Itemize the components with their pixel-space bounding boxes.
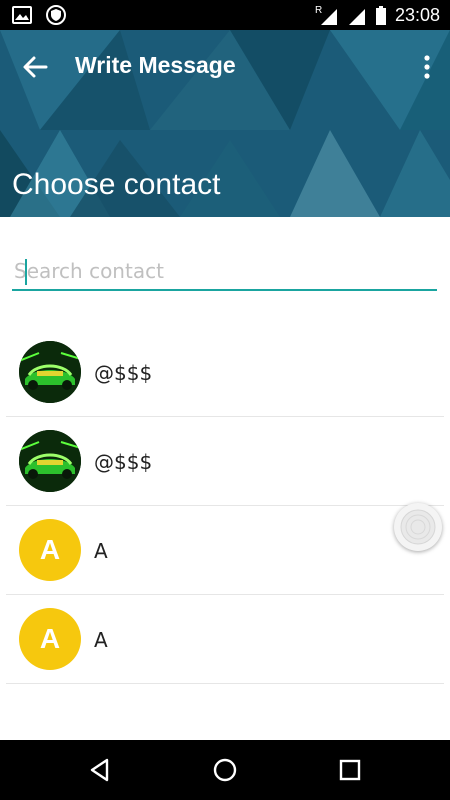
contact-name: A [94, 628, 108, 652]
toolbar: Write Message [0, 30, 450, 102]
vpn-shield-icon [46, 5, 66, 25]
car-photo-icon [19, 430, 81, 492]
navigation-bar [0, 740, 450, 800]
contact-item[interactable]: A A [6, 595, 444, 684]
contact-avatar-letter: A [19, 608, 81, 670]
battery-icon [375, 6, 386, 25]
contact-avatar [19, 430, 81, 492]
car-photo-icon [19, 341, 81, 403]
status-bar: R 23:08 [0, 0, 450, 30]
text-caret [25, 259, 27, 285]
contact-avatar-letter: A [19, 519, 81, 581]
search-contact-input[interactable] [12, 253, 437, 291]
contact-item[interactable]: @$$$ [6, 417, 444, 506]
contact-name: @$$$ [94, 450, 153, 474]
svg-text:R: R [315, 5, 322, 16]
search-field[interactable] [12, 253, 437, 293]
contact-name: A [94, 539, 108, 563]
contact-item[interactable]: A A [6, 506, 444, 595]
toolbar-title: Write Message [75, 52, 236, 78]
arrow-back-icon[interactable] [22, 54, 48, 80]
bubble-icon [400, 509, 436, 545]
back-triangle-icon[interactable] [87, 757, 113, 783]
image-icon [12, 6, 32, 24]
app-header: Write Message Choose contact [0, 30, 450, 217]
recents-square-icon[interactable] [337, 757, 363, 783]
signal-icon [348, 9, 365, 25]
roaming-signal-icon: R [315, 5, 337, 25]
contact-avatar [19, 341, 81, 403]
contact-item[interactable]: @$$$ [6, 328, 444, 417]
page-title: Choose contact [12, 168, 221, 201]
contact-list: @$$$ @$$$ A A A A [6, 328, 444, 684]
overflow-menu-icon[interactable] [422, 54, 432, 80]
floating-bubble-button[interactable] [394, 503, 442, 551]
contact-name: @$$$ [94, 361, 153, 385]
home-circle-icon[interactable] [212, 757, 238, 783]
status-time: 23:08 [394, 4, 440, 25]
